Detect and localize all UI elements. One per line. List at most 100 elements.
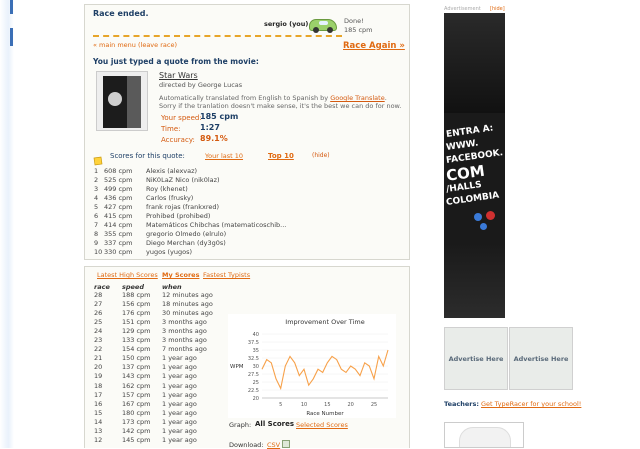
chart-x-tick-label: 20 xyxy=(347,402,353,408)
edge-accent xyxy=(10,28,13,46)
left-edge-bar xyxy=(0,0,14,448)
chart-x-tick-label: 10 xyxy=(301,402,307,408)
score-player: yugos (yugos) xyxy=(146,248,193,256)
chart-y-tick-label: 25 xyxy=(253,380,259,386)
history-speed: 176 cpm xyxy=(122,309,151,318)
history-speed: 154 cpm xyxy=(122,345,151,354)
spreadsheet-icon xyxy=(282,440,290,448)
score-rank: 1 xyxy=(94,167,99,175)
teachers-label: Teachers: xyxy=(444,400,479,408)
history-race: 14 xyxy=(94,417,103,426)
score-cpm: 355 cpm xyxy=(104,230,133,238)
history-race: 17 xyxy=(94,390,103,399)
score-rank: 4 xyxy=(94,194,99,202)
history-race: 13 xyxy=(94,426,103,435)
tab-top-10[interactable]: Top 10 xyxy=(268,152,294,160)
history-speed: 157 cpm xyxy=(122,390,151,399)
graph-all-scores[interactable]: All Scores xyxy=(255,420,294,428)
history-when: 30 minutes ago xyxy=(162,309,213,318)
history-when: 3 months ago xyxy=(162,327,207,336)
translation-line: Automatically translated from English to… xyxy=(159,94,387,102)
history-speed: 188 cpm xyxy=(122,291,151,299)
score-cpm: 427 cpm xyxy=(104,203,133,211)
score-rank: 7 xyxy=(94,221,99,229)
score-rank: 3 xyxy=(94,185,99,193)
score-player: frank rojas (frankxred) xyxy=(146,203,220,211)
history-when: 1 year ago xyxy=(162,408,197,417)
chart-y-tick-label: 32.5 xyxy=(248,356,259,362)
player-name: sergio (you) xyxy=(264,20,309,28)
main-menu-link[interactable]: « main menu (leave race) xyxy=(93,41,177,49)
chart-x-axis-label: Race Number xyxy=(306,411,344,417)
tab-latest-high-scores[interactable]: Latest High Scores xyxy=(97,271,158,279)
history-race: 22 xyxy=(94,345,103,354)
chart-x-tick-label: 25 xyxy=(371,402,377,408)
score-cpm: 337 cpm xyxy=(104,239,133,247)
speed-value: 185 cpm xyxy=(200,112,239,121)
score-cpm: 330 cpm xyxy=(104,248,133,256)
history-when: 3 months ago xyxy=(162,336,207,345)
school-promo-image[interactable] xyxy=(444,422,524,448)
tab-your-last-10[interactable]: Your last 10 xyxy=(205,152,243,160)
score-player: Alexis (alexvaz) xyxy=(146,167,198,175)
advertise-here-box-1[interactable]: Advertise Here xyxy=(444,327,508,390)
score-player: Carlos (frusky) xyxy=(146,194,194,202)
history-speed: 156 cpm xyxy=(122,300,151,309)
tab-my-scores[interactable]: My Scores xyxy=(162,271,199,279)
advertise-here-box-2[interactable]: Advertise Here xyxy=(509,327,573,390)
race-track xyxy=(93,35,342,37)
history-speed: 162 cpm xyxy=(122,381,151,390)
history-speed: 151 cpm xyxy=(122,318,151,327)
accuracy-label: Accuracy: xyxy=(161,136,195,144)
history-race: 20 xyxy=(94,363,103,372)
history-race: 16 xyxy=(94,399,103,408)
chart-y-tick-label: 37.5 xyxy=(248,340,259,346)
score-player: Prohibed (prohibed) xyxy=(146,212,211,220)
movie-cover-image xyxy=(96,71,148,131)
chart-y-tick-label: 35 xyxy=(253,348,259,354)
chart-y-tick-label: 22.5 xyxy=(248,388,259,394)
edge-accent xyxy=(10,0,13,14)
score-player: NiK0LaZ Nico (nik0laz) xyxy=(146,176,220,184)
ad-text-block: ENTRA A: WWW. FACEBOOK. COM/HALLS COLOMBIA xyxy=(444,123,505,217)
ad-hide-link[interactable]: [hide] xyxy=(490,6,505,12)
history-speed: 150 cpm xyxy=(122,354,151,363)
tab-fastest-typists[interactable]: Fastest Typists xyxy=(203,271,250,279)
history-speed: 137 cpm xyxy=(122,363,151,372)
movie-title-link[interactable]: Star Wars xyxy=(159,71,198,80)
chart-x-tick-label: 5 xyxy=(279,402,282,408)
chart-x-tick-label: 15 xyxy=(324,402,330,408)
history-race: 15 xyxy=(94,408,103,417)
history-when: 1 year ago xyxy=(162,381,197,390)
time-value: 1:27 xyxy=(200,123,220,132)
google-translate-link[interactable]: Google Translate xyxy=(330,94,385,102)
score-rank: 5 xyxy=(94,203,99,211)
quote-heading: You just typed a quote from the movie: xyxy=(93,57,259,66)
done-speed: 185 cpm xyxy=(344,26,373,34)
score-player: Diego Merchan (dy3g0s) xyxy=(146,239,226,247)
history-when: 1 year ago xyxy=(162,435,197,444)
translation-text: Automatically translated from English to… xyxy=(159,94,329,102)
score-player: Roy (khenet) xyxy=(146,185,188,193)
chart-title: Improvement Over Time xyxy=(285,318,364,326)
typeracer-school-link[interactable]: Get TypeRacer for your school! xyxy=(481,400,581,408)
score-cpm: 414 cpm xyxy=(104,221,133,229)
hide-scores-link[interactable]: (hide) xyxy=(312,152,330,159)
graph-selected-scores[interactable]: Selected Scores xyxy=(296,421,348,429)
history-race: 27 xyxy=(94,300,103,309)
col-race-header: race xyxy=(94,283,110,291)
history-speed: 133 cpm xyxy=(122,336,151,345)
history-race: 21 xyxy=(94,354,103,363)
done-label: Done! xyxy=(344,17,364,25)
score-cpm: 499 cpm xyxy=(104,185,133,193)
race-again-button[interactable]: Race Again » xyxy=(343,41,405,51)
chart-y-tick-label: 20 xyxy=(253,396,259,402)
score-cpm: 415 cpm xyxy=(104,212,133,220)
history-when: 18 minutes ago xyxy=(162,300,213,309)
advertisement-banner[interactable]: ENTRA A: WWW. FACEBOOK. COM/HALLS COLOMBIA xyxy=(444,13,505,318)
translation-note: Sorry if the tranlation doesn't make sen… xyxy=(159,102,402,110)
score-cpm: 608 cpm xyxy=(104,167,133,175)
speed-label: Your speed: xyxy=(161,114,202,122)
history-speed: 129 cpm xyxy=(122,327,151,336)
history-race: 28 xyxy=(94,291,103,299)
